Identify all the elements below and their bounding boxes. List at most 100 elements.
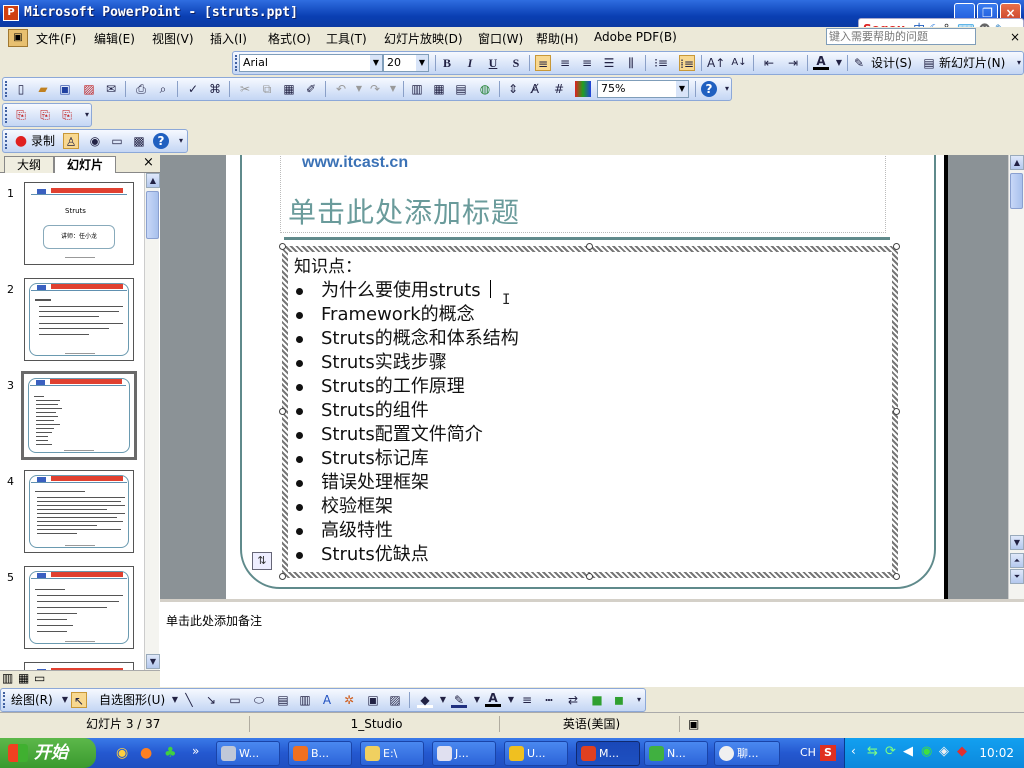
draw-menu-button[interactable]: 绘图(R): [11, 692, 53, 708]
cut-icon[interactable]: ✂: [237, 81, 253, 97]
resize-handle[interactable]: [279, 243, 286, 250]
pdf-review-icon[interactable]: ⎘: [59, 107, 75, 123]
decrease-font-icon[interactable]: A↓: [731, 55, 747, 71]
pane-close-icon[interactable]: ×: [143, 155, 154, 170]
line-style-icon[interactable]: ≡: [519, 692, 535, 708]
fill-color-icon[interactable]: ◆: [417, 692, 433, 708]
toolbar-grip[interactable]: [5, 133, 8, 149]
resize-handle[interactable]: [279, 408, 286, 415]
insert-table-icon[interactable]: ▦: [431, 81, 447, 97]
design-button[interactable]: 设计(S): [871, 55, 912, 71]
presenter-icon[interactable]: ♙: [63, 133, 79, 149]
permission-icon[interactable]: ▨: [81, 81, 97, 97]
menu-format[interactable]: 格式(O): [268, 30, 311, 47]
menu-edit[interactable]: 编辑(E): [94, 30, 135, 47]
task-network[interactable]: N...: [644, 741, 708, 766]
resize-handle[interactable]: [586, 573, 593, 580]
decrease-indent-icon[interactable]: ⇤: [761, 55, 777, 71]
color-grayscale-icon[interactable]: [575, 81, 591, 97]
record-icon[interactable]: ●: [13, 133, 29, 149]
quicklaunch-more-icon[interactable]: »: [192, 744, 199, 758]
rectangle-icon[interactable]: ▭: [227, 692, 243, 708]
scroll-up-icon[interactable]: ▲: [1010, 155, 1024, 170]
slide-thumbnail-4[interactable]: [24, 470, 134, 553]
bullets-button[interactable]: ⁞≡: [679, 55, 695, 71]
menu-tools[interactable]: 工具(T): [326, 30, 367, 47]
shadow-style-icon[interactable]: ■: [589, 692, 605, 708]
monitor-icon[interactable]: ▭: [109, 133, 125, 149]
zoom-select[interactable]: 75% ▼: [597, 80, 689, 98]
wordart-icon[interactable]: A: [319, 692, 335, 708]
align-center-icon[interactable]: ≡: [557, 55, 573, 71]
tray-network-icon[interactable]: ⇆: [867, 744, 878, 759]
toolbar-grip[interactable]: [5, 107, 8, 123]
show-formatting-icon[interactable]: A̸: [527, 81, 543, 97]
shadow-button[interactable]: S: [508, 55, 524, 71]
quicklaunch-firefox-icon[interactable]: ●: [140, 745, 152, 761]
select-pointer-icon[interactable]: ↖: [71, 692, 87, 708]
bold-button[interactable]: B: [439, 55, 455, 71]
dropdown-arrow-icon[interactable]: ▼: [416, 55, 428, 71]
menu-adobe-pdf[interactable]: Adobe PDF(B): [594, 30, 677, 44]
save-icon[interactable]: ▣: [57, 81, 73, 97]
line-icon[interactable]: ╲: [181, 692, 197, 708]
align-left-button[interactable]: ≡: [535, 55, 551, 71]
slideshow-icon[interactable]: ▭: [34, 671, 45, 685]
resize-handle[interactable]: [893, 573, 900, 580]
toolbar-grip[interactable]: [235, 55, 238, 71]
tray-shield-icon[interactable]: ◈: [939, 744, 949, 759]
powerpoint-app-icon[interactable]: P: [3, 5, 19, 21]
font-color-icon[interactable]: A: [485, 692, 501, 707]
task-word[interactable]: W...: [216, 741, 280, 766]
doc-close-icon[interactable]: ×: [1010, 30, 1020, 44]
increase-font-icon[interactable]: A↑: [707, 55, 725, 71]
dash-style-icon[interactable]: ┅: [541, 692, 557, 708]
print-icon[interactable]: ⎙: [133, 81, 149, 97]
toolbar-grip[interactable]: [5, 81, 8, 97]
menu-file[interactable]: 文件(F): [36, 30, 76, 47]
slide-3[interactable]: www.itcast.cn 单击此处添加标题 知识点： 为什么要使用struts…: [226, 155, 948, 599]
quicklaunch-messenger-icon[interactable]: ♣: [164, 745, 177, 761]
slide-thumbnail-1[interactable]: Struts 讲师：任小龙: [24, 182, 134, 265]
email-icon[interactable]: ✉: [103, 81, 119, 97]
resize-handle[interactable]: [279, 573, 286, 580]
slide-title-placeholder[interactable]: 单击此处添加标题: [288, 191, 520, 231]
dropdown-arrow-icon[interactable]: ▼: [831, 55, 847, 71]
dropdown-arrow-icon[interactable]: ▼: [676, 81, 688, 97]
undo-icon[interactable]: ↶: [333, 81, 349, 97]
slide-thumbnail-3[interactable]: [21, 371, 137, 460]
dropdown-arrow-icon[interactable]: ▼: [385, 81, 401, 97]
dropdown-arrow-icon[interactable]: ▼: [370, 55, 382, 71]
dropdown-arrow-icon[interactable]: ▼: [435, 692, 451, 708]
format-painter-icon[interactable]: ✐: [303, 81, 319, 97]
italic-button[interactable]: I: [462, 55, 478, 71]
new-icon[interactable]: ▯: [13, 81, 29, 97]
dropdown-arrow-icon[interactable]: ▼: [503, 692, 519, 708]
pdf-email-icon[interactable]: ⎘: [37, 107, 53, 123]
document-icon[interactable]: ▣: [8, 29, 28, 47]
scroll-down-icon[interactable]: ▼: [1010, 535, 1024, 550]
arrow-icon[interactable]: ↘: [203, 692, 219, 708]
underline-button[interactable]: U: [485, 55, 501, 71]
research-icon[interactable]: ⌘: [207, 81, 223, 97]
grid-icon[interactable]: #: [551, 81, 567, 97]
vertical-textbox-icon[interactable]: ▥: [297, 692, 313, 708]
align-right-icon[interactable]: ≡: [579, 55, 595, 71]
redo-icon[interactable]: ↷: [367, 81, 383, 97]
toolbar-options-icon[interactable]: ▾: [631, 692, 647, 708]
copy-icon[interactable]: ⧉: [259, 81, 275, 97]
help-icon[interactable]: ?: [701, 81, 717, 97]
picture-icon[interactable]: ▨: [387, 692, 403, 708]
previous-slide-icon[interactable]: ⏶: [1010, 553, 1024, 568]
menu-window[interactable]: 窗口(W): [478, 30, 523, 47]
numbering-icon[interactable]: ⁝≡: [653, 55, 669, 71]
resize-handle[interactable]: [893, 408, 900, 415]
notes-pane[interactable]: 单击此处添加备注: [160, 599, 1024, 687]
next-slide-icon[interactable]: ⏷: [1010, 569, 1024, 584]
font-size-select[interactable]: 20 ▼: [383, 54, 429, 72]
tables-borders-icon[interactable]: ▤: [453, 81, 469, 97]
menu-help[interactable]: 帮助(H): [536, 30, 578, 47]
new-slide-icon[interactable]: ▤: [921, 55, 937, 71]
task-java[interactable]: J...: [432, 741, 496, 766]
sogou-tray-icon[interactable]: S: [820, 745, 836, 761]
